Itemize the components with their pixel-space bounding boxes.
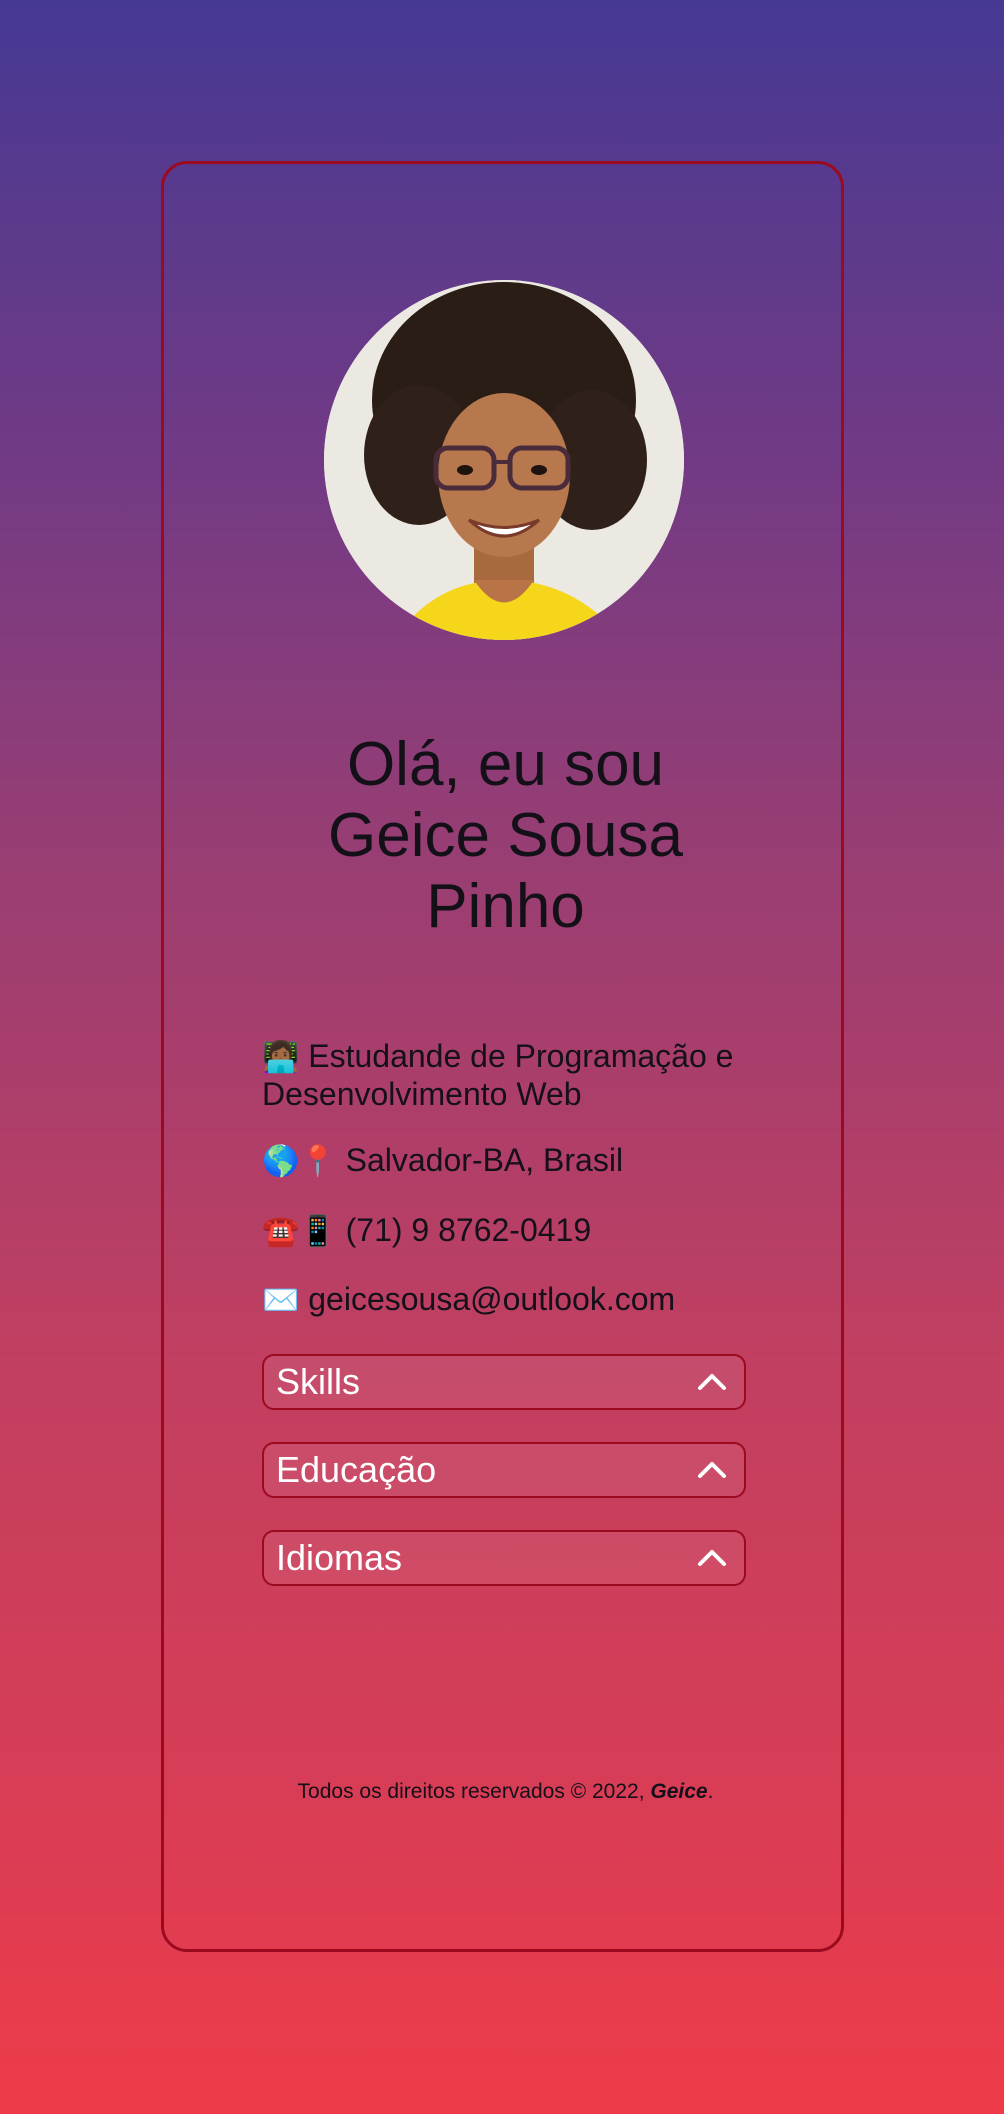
- chevron-up-icon[interactable]: [696, 1366, 728, 1398]
- footer: Todos os direitos reservados © 2022, Gei…: [164, 1780, 847, 1804]
- accordion-skills-label: Skills: [276, 1361, 361, 1402]
- footer-period: .: [707, 1780, 714, 1803]
- chevron-up-icon[interactable]: [696, 1454, 728, 1486]
- page-title: Olá, eu sou Geice Sousa Pinho: [164, 729, 847, 942]
- greeting-line-3: Pinho: [426, 872, 585, 941]
- phone-text: (71) 9 8762-0419: [345, 1212, 592, 1248]
- footer-text: Todos os direitos reservados © 2022,: [297, 1780, 645, 1803]
- profile-photo: [324, 280, 684, 640]
- accordion-idiomas-label: Idiomas: [276, 1537, 403, 1578]
- role-text: Estudande de Programação e Desenvolvimen…: [262, 1038, 734, 1112]
- accordion-idiomas[interactable]: Idiomas: [262, 1530, 746, 1586]
- accordion-educacao[interactable]: Educação: [262, 1442, 746, 1498]
- email-item: ✉️ geicesousa@outlook.com: [262, 1281, 762, 1319]
- accordion-skills[interactable]: Skills: [262, 1354, 746, 1410]
- footer-author: Geice: [650, 1780, 708, 1803]
- location-text: Salvador-BA, Brasil: [345, 1142, 624, 1178]
- greeting-line-2: Geice Sousa: [328, 801, 683, 870]
- envelope-icon: ✉️: [262, 1283, 300, 1318]
- chevron-up-icon[interactable]: [696, 1542, 728, 1574]
- accordion-educacao-label: Educação: [276, 1449, 437, 1490]
- phone-item: ☎️📱 (71) 9 8762-0419: [262, 1212, 762, 1250]
- profile-card: Olá, eu sou Geice Sousa Pinho 👩🏾‍💻 Estud…: [161, 161, 844, 1952]
- location-item: 🌎📍 Salvador-BA, Brasil: [262, 1142, 762, 1180]
- profile-avatar: [324, 280, 684, 640]
- woman-technologist-icon: 👩🏾‍💻: [262, 1040, 300, 1075]
- globe-pin-icon: 🌎📍: [262, 1144, 337, 1179]
- email-text: geicesousa@outlook.com: [308, 1281, 676, 1317]
- greeting-line-1: Olá, eu sou: [346, 730, 665, 799]
- role-item: 👩🏾‍💻 Estudande de Programação e Desenvol…: [262, 1038, 762, 1112]
- phone-icon: ☎️📱: [262, 1214, 337, 1249]
